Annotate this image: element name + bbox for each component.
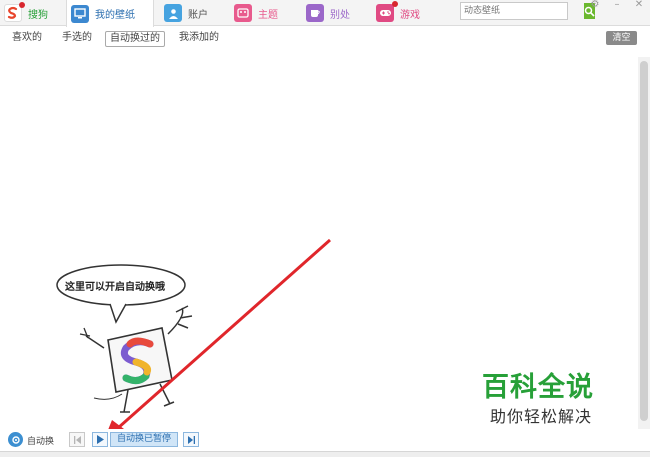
watermark-title: 百科全说 — [482, 372, 594, 403]
auto-change-label[interactable]: 自动换 — [27, 434, 54, 447]
auto-change-status: 自动换已暂停 — [110, 432, 178, 447]
bottom-control-bar: 自动换 自动换已暂停 — [0, 429, 650, 451]
status-strip — [0, 451, 650, 457]
auto-change-icon[interactable] — [8, 432, 23, 447]
watermark-subtitle: 助你轻松解决 — [490, 407, 593, 426]
previous-icon[interactable] — [69, 432, 85, 447]
play-icon[interactable] — [92, 432, 108, 447]
watermark: 百科全说 助你轻松解决 — [462, 353, 625, 429]
next-icon[interactable] — [183, 432, 199, 447]
